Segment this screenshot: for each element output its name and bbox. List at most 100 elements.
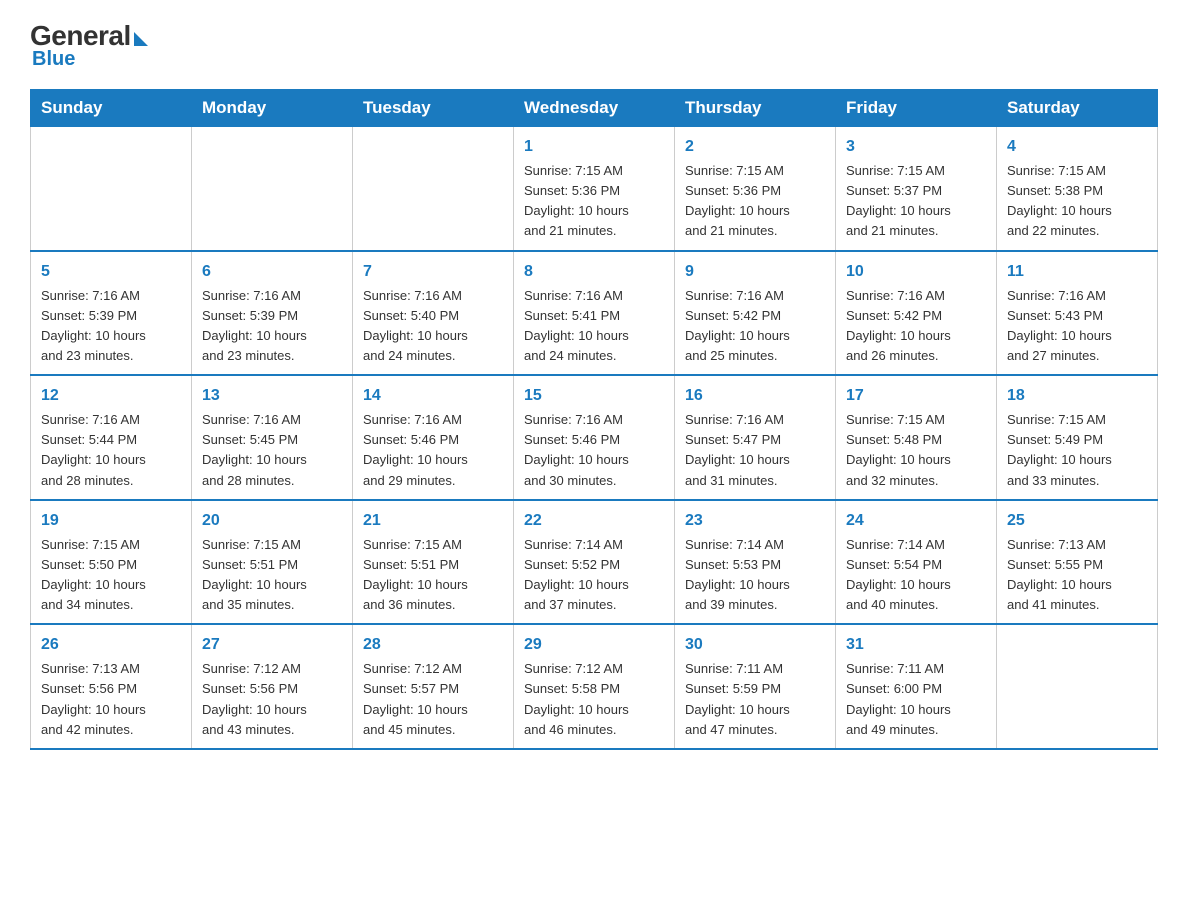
day-info: Sunrise: 7:16 AMSunset: 5:39 PMDaylight:…	[41, 286, 181, 367]
calendar-table: SundayMondayTuesdayWednesdayThursdayFrid…	[30, 89, 1158, 750]
calendar-header-thursday: Thursday	[675, 90, 836, 127]
day-info: Sunrise: 7:16 AMSunset: 5:39 PMDaylight:…	[202, 286, 342, 367]
calendar-day-cell: 4Sunrise: 7:15 AMSunset: 5:38 PMDaylight…	[997, 127, 1158, 251]
day-info: Sunrise: 7:15 AMSunset: 5:50 PMDaylight:…	[41, 535, 181, 616]
calendar-day-cell: 16Sunrise: 7:16 AMSunset: 5:47 PMDayligh…	[675, 375, 836, 500]
day-number: 21	[363, 509, 503, 533]
day-info: Sunrise: 7:13 AMSunset: 5:56 PMDaylight:…	[41, 659, 181, 740]
day-info: Sunrise: 7:12 AMSunset: 5:57 PMDaylight:…	[363, 659, 503, 740]
day-info: Sunrise: 7:14 AMSunset: 5:52 PMDaylight:…	[524, 535, 664, 616]
calendar-header-friday: Friday	[836, 90, 997, 127]
calendar-header-tuesday: Tuesday	[353, 90, 514, 127]
calendar-day-cell: 3Sunrise: 7:15 AMSunset: 5:37 PMDaylight…	[836, 127, 997, 251]
calendar-week-row: 12Sunrise: 7:16 AMSunset: 5:44 PMDayligh…	[31, 375, 1158, 500]
calendar-header-monday: Monday	[192, 90, 353, 127]
day-number: 3	[846, 135, 986, 159]
day-number: 18	[1007, 384, 1147, 408]
day-info: Sunrise: 7:12 AMSunset: 5:56 PMDaylight:…	[202, 659, 342, 740]
day-number: 24	[846, 509, 986, 533]
page-header: General Blue	[30, 20, 1158, 71]
day-info: Sunrise: 7:14 AMSunset: 5:54 PMDaylight:…	[846, 535, 986, 616]
day-info: Sunrise: 7:15 AMSunset: 5:49 PMDaylight:…	[1007, 410, 1147, 491]
calendar-day-cell: 10Sunrise: 7:16 AMSunset: 5:42 PMDayligh…	[836, 251, 997, 376]
calendar-day-cell	[353, 127, 514, 251]
calendar-day-cell: 22Sunrise: 7:14 AMSunset: 5:52 PMDayligh…	[514, 500, 675, 625]
day-number: 10	[846, 260, 986, 284]
day-number: 9	[685, 260, 825, 284]
day-number: 25	[1007, 509, 1147, 533]
day-info: Sunrise: 7:16 AMSunset: 5:42 PMDaylight:…	[685, 286, 825, 367]
calendar-header-sunday: Sunday	[31, 90, 192, 127]
day-info: Sunrise: 7:16 AMSunset: 5:46 PMDaylight:…	[363, 410, 503, 491]
day-info: Sunrise: 7:16 AMSunset: 5:47 PMDaylight:…	[685, 410, 825, 491]
calendar-day-cell: 25Sunrise: 7:13 AMSunset: 5:55 PMDayligh…	[997, 500, 1158, 625]
day-info: Sunrise: 7:16 AMSunset: 5:44 PMDaylight:…	[41, 410, 181, 491]
day-info: Sunrise: 7:15 AMSunset: 5:48 PMDaylight:…	[846, 410, 986, 491]
day-info: Sunrise: 7:15 AMSunset: 5:38 PMDaylight:…	[1007, 161, 1147, 242]
day-number: 22	[524, 509, 664, 533]
day-number: 28	[363, 633, 503, 657]
day-info: Sunrise: 7:11 AMSunset: 5:59 PMDaylight:…	[685, 659, 825, 740]
day-info: Sunrise: 7:16 AMSunset: 5:40 PMDaylight:…	[363, 286, 503, 367]
day-number: 13	[202, 384, 342, 408]
day-number: 14	[363, 384, 503, 408]
day-info: Sunrise: 7:16 AMSunset: 5:45 PMDaylight:…	[202, 410, 342, 491]
day-info: Sunrise: 7:16 AMSunset: 5:41 PMDaylight:…	[524, 286, 664, 367]
calendar-day-cell: 13Sunrise: 7:16 AMSunset: 5:45 PMDayligh…	[192, 375, 353, 500]
day-number: 17	[846, 384, 986, 408]
calendar-header-wednesday: Wednesday	[514, 90, 675, 127]
calendar-day-cell: 7Sunrise: 7:16 AMSunset: 5:40 PMDaylight…	[353, 251, 514, 376]
day-info: Sunrise: 7:16 AMSunset: 5:43 PMDaylight:…	[1007, 286, 1147, 367]
calendar-header-row: SundayMondayTuesdayWednesdayThursdayFrid…	[31, 90, 1158, 127]
calendar-day-cell: 21Sunrise: 7:15 AMSunset: 5:51 PMDayligh…	[353, 500, 514, 625]
day-number: 2	[685, 135, 825, 159]
calendar-day-cell: 24Sunrise: 7:14 AMSunset: 5:54 PMDayligh…	[836, 500, 997, 625]
calendar-day-cell: 1Sunrise: 7:15 AMSunset: 5:36 PMDaylight…	[514, 127, 675, 251]
calendar-day-cell: 14Sunrise: 7:16 AMSunset: 5:46 PMDayligh…	[353, 375, 514, 500]
day-number: 4	[1007, 135, 1147, 159]
day-number: 29	[524, 633, 664, 657]
day-number: 27	[202, 633, 342, 657]
day-number: 31	[846, 633, 986, 657]
calendar-day-cell: 9Sunrise: 7:16 AMSunset: 5:42 PMDaylight…	[675, 251, 836, 376]
calendar-day-cell	[997, 624, 1158, 749]
day-info: Sunrise: 7:15 AMSunset: 5:36 PMDaylight:…	[524, 161, 664, 242]
day-number: 15	[524, 384, 664, 408]
day-info: Sunrise: 7:16 AMSunset: 5:46 PMDaylight:…	[524, 410, 664, 491]
day-number: 12	[41, 384, 181, 408]
calendar-day-cell: 18Sunrise: 7:15 AMSunset: 5:49 PMDayligh…	[997, 375, 1158, 500]
day-number: 11	[1007, 260, 1147, 284]
day-info: Sunrise: 7:13 AMSunset: 5:55 PMDaylight:…	[1007, 535, 1147, 616]
calendar-day-cell: 12Sunrise: 7:16 AMSunset: 5:44 PMDayligh…	[31, 375, 192, 500]
day-info: Sunrise: 7:14 AMSunset: 5:53 PMDaylight:…	[685, 535, 825, 616]
calendar-day-cell: 26Sunrise: 7:13 AMSunset: 5:56 PMDayligh…	[31, 624, 192, 749]
calendar-day-cell: 15Sunrise: 7:16 AMSunset: 5:46 PMDayligh…	[514, 375, 675, 500]
calendar-week-row: 1Sunrise: 7:15 AMSunset: 5:36 PMDaylight…	[31, 127, 1158, 251]
day-info: Sunrise: 7:12 AMSunset: 5:58 PMDaylight:…	[524, 659, 664, 740]
day-number: 16	[685, 384, 825, 408]
logo-blue-text: Blue	[32, 48, 75, 71]
day-number: 7	[363, 260, 503, 284]
day-number: 19	[41, 509, 181, 533]
calendar-day-cell: 17Sunrise: 7:15 AMSunset: 5:48 PMDayligh…	[836, 375, 997, 500]
day-number: 5	[41, 260, 181, 284]
day-number: 1	[524, 135, 664, 159]
day-info: Sunrise: 7:15 AMSunset: 5:51 PMDaylight:…	[202, 535, 342, 616]
calendar-day-cell: 28Sunrise: 7:12 AMSunset: 5:57 PMDayligh…	[353, 624, 514, 749]
calendar-week-row: 19Sunrise: 7:15 AMSunset: 5:50 PMDayligh…	[31, 500, 1158, 625]
calendar-day-cell: 27Sunrise: 7:12 AMSunset: 5:56 PMDayligh…	[192, 624, 353, 749]
day-info: Sunrise: 7:15 AMSunset: 5:37 PMDaylight:…	[846, 161, 986, 242]
day-info: Sunrise: 7:16 AMSunset: 5:42 PMDaylight:…	[846, 286, 986, 367]
logo-arrow-icon	[134, 32, 148, 46]
calendar-day-cell	[192, 127, 353, 251]
calendar-day-cell: 30Sunrise: 7:11 AMSunset: 5:59 PMDayligh…	[675, 624, 836, 749]
calendar-week-row: 5Sunrise: 7:16 AMSunset: 5:39 PMDaylight…	[31, 251, 1158, 376]
calendar-day-cell: 2Sunrise: 7:15 AMSunset: 5:36 PMDaylight…	[675, 127, 836, 251]
day-number: 30	[685, 633, 825, 657]
calendar-week-row: 26Sunrise: 7:13 AMSunset: 5:56 PMDayligh…	[31, 624, 1158, 749]
day-info: Sunrise: 7:15 AMSunset: 5:51 PMDaylight:…	[363, 535, 503, 616]
calendar-day-cell: 11Sunrise: 7:16 AMSunset: 5:43 PMDayligh…	[997, 251, 1158, 376]
day-number: 23	[685, 509, 825, 533]
calendar-day-cell: 19Sunrise: 7:15 AMSunset: 5:50 PMDayligh…	[31, 500, 192, 625]
calendar-day-cell: 20Sunrise: 7:15 AMSunset: 5:51 PMDayligh…	[192, 500, 353, 625]
